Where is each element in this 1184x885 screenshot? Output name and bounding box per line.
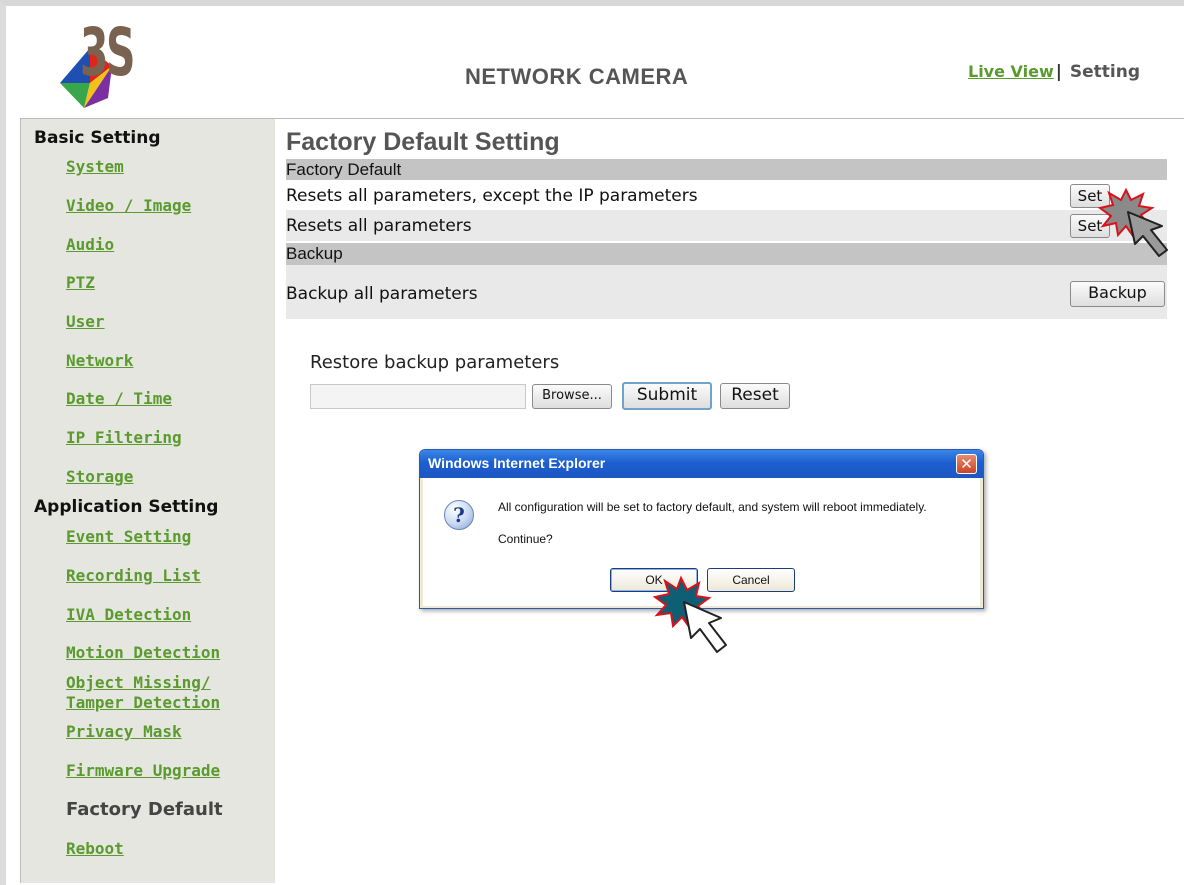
backup-row: Backup all parameters Backup (286, 265, 1167, 319)
sidebar-item-ptz[interactable]: PTZ (66, 273, 95, 293)
header-nav: Live View | Setting (968, 62, 1140, 82)
sidebar-item-factory-default-current: Factory Default (66, 799, 223, 820)
sidebar-item-privacy-mask[interactable]: Privacy Mask (66, 722, 182, 742)
sidebar-group-basic: Basic Setting (34, 128, 161, 148)
sidebar-item-event-setting[interactable]: Event Setting (66, 527, 191, 547)
sidebar-item-firmware-upgrade[interactable]: Firmware Upgrade (66, 761, 220, 781)
browse-button[interactable]: Browse... (532, 384, 612, 409)
confirm-dialog: Windows Internet Explorer ✕ ? All config… (419, 449, 984, 609)
nav-separator: | (1055, 62, 1062, 82)
sidebar-item-date-time[interactable]: Date / Time (66, 389, 172, 409)
sidebar-item-reboot[interactable]: Reboot (66, 839, 124, 859)
header: 3S NETWORK CAMERA Live View | Setting (10, 8, 1184, 118)
cancel-button[interactable]: Cancel (707, 568, 795, 592)
question-icon: ? (444, 500, 474, 530)
sidebar-item-network[interactable]: Network (66, 351, 133, 371)
header-title: NETWORK CAMERA (465, 64, 689, 89)
sidebar-item-recording-list[interactable]: Recording List (66, 566, 201, 586)
restore-file-input[interactable] (310, 384, 526, 409)
dialog-title: Windows Internet Explorer (428, 455, 606, 471)
sidebar-item-system[interactable]: System (66, 157, 124, 177)
sidebar-item-video-image[interactable]: Video / Image (66, 196, 191, 216)
dialog-message: All configuration will be set to factory… (498, 500, 927, 514)
sidebar: Basic Setting System Video / Image Audio… (20, 118, 275, 883)
dialog-body: ? All configuration will be set to facto… (423, 478, 980, 606)
reset-all-label: Resets all parameters (286, 216, 472, 236)
page-title: Factory Default Setting (286, 128, 560, 156)
section-header-backup: Backup (286, 243, 1167, 265)
reset-except-ip-label: Resets all parameters, except the IP par… (286, 186, 698, 206)
reset-all-row: Resets all parameters Set (286, 210, 1167, 241)
ok-button[interactable]: OK (610, 568, 698, 592)
restore-label: Restore backup parameters (310, 352, 560, 373)
dialog-titlebar[interactable]: Windows Internet Explorer ✕ (420, 450, 983, 478)
backup-button[interactable]: Backup (1070, 281, 1165, 307)
reset-except-ip-row: Resets all parameters, except the IP par… (286, 180, 1167, 210)
sidebar-item-storage[interactable]: Storage (66, 467, 133, 487)
setting-link-current: Setting (1069, 62, 1141, 82)
set-except-ip-button[interactable]: Set (1070, 184, 1110, 208)
live-view-link[interactable]: Live View (968, 62, 1054, 81)
sidebar-item-object-missing[interactable]: Object Missing/ (66, 673, 211, 693)
dialog-continue-prompt: Continue? (498, 532, 553, 546)
set-reset-all-button[interactable]: Set (1070, 214, 1110, 238)
section-header-factory-default: Factory Default (286, 159, 1167, 180)
sidebar-item-audio[interactable]: Audio (66, 235, 114, 255)
sidebar-item-motion-detection[interactable]: Motion Detection (66, 643, 220, 663)
sidebar-item-ip-filtering[interactable]: IP Filtering (66, 428, 182, 448)
reset-button[interactable]: Reset (720, 383, 790, 409)
sidebar-item-tamper-detection[interactable]: Tamper Detection (66, 693, 220, 713)
sidebar-group-application: Application Setting (34, 497, 219, 517)
backup-label: Backup all parameters (286, 284, 478, 304)
dialog-close-icon[interactable]: ✕ (956, 454, 977, 474)
submit-button[interactable]: Submit (622, 382, 712, 410)
brand-logo-text: 3S (80, 14, 135, 91)
sidebar-item-iva-detection[interactable]: IVA Detection (66, 605, 191, 625)
sidebar-item-user[interactable]: User (66, 312, 105, 332)
